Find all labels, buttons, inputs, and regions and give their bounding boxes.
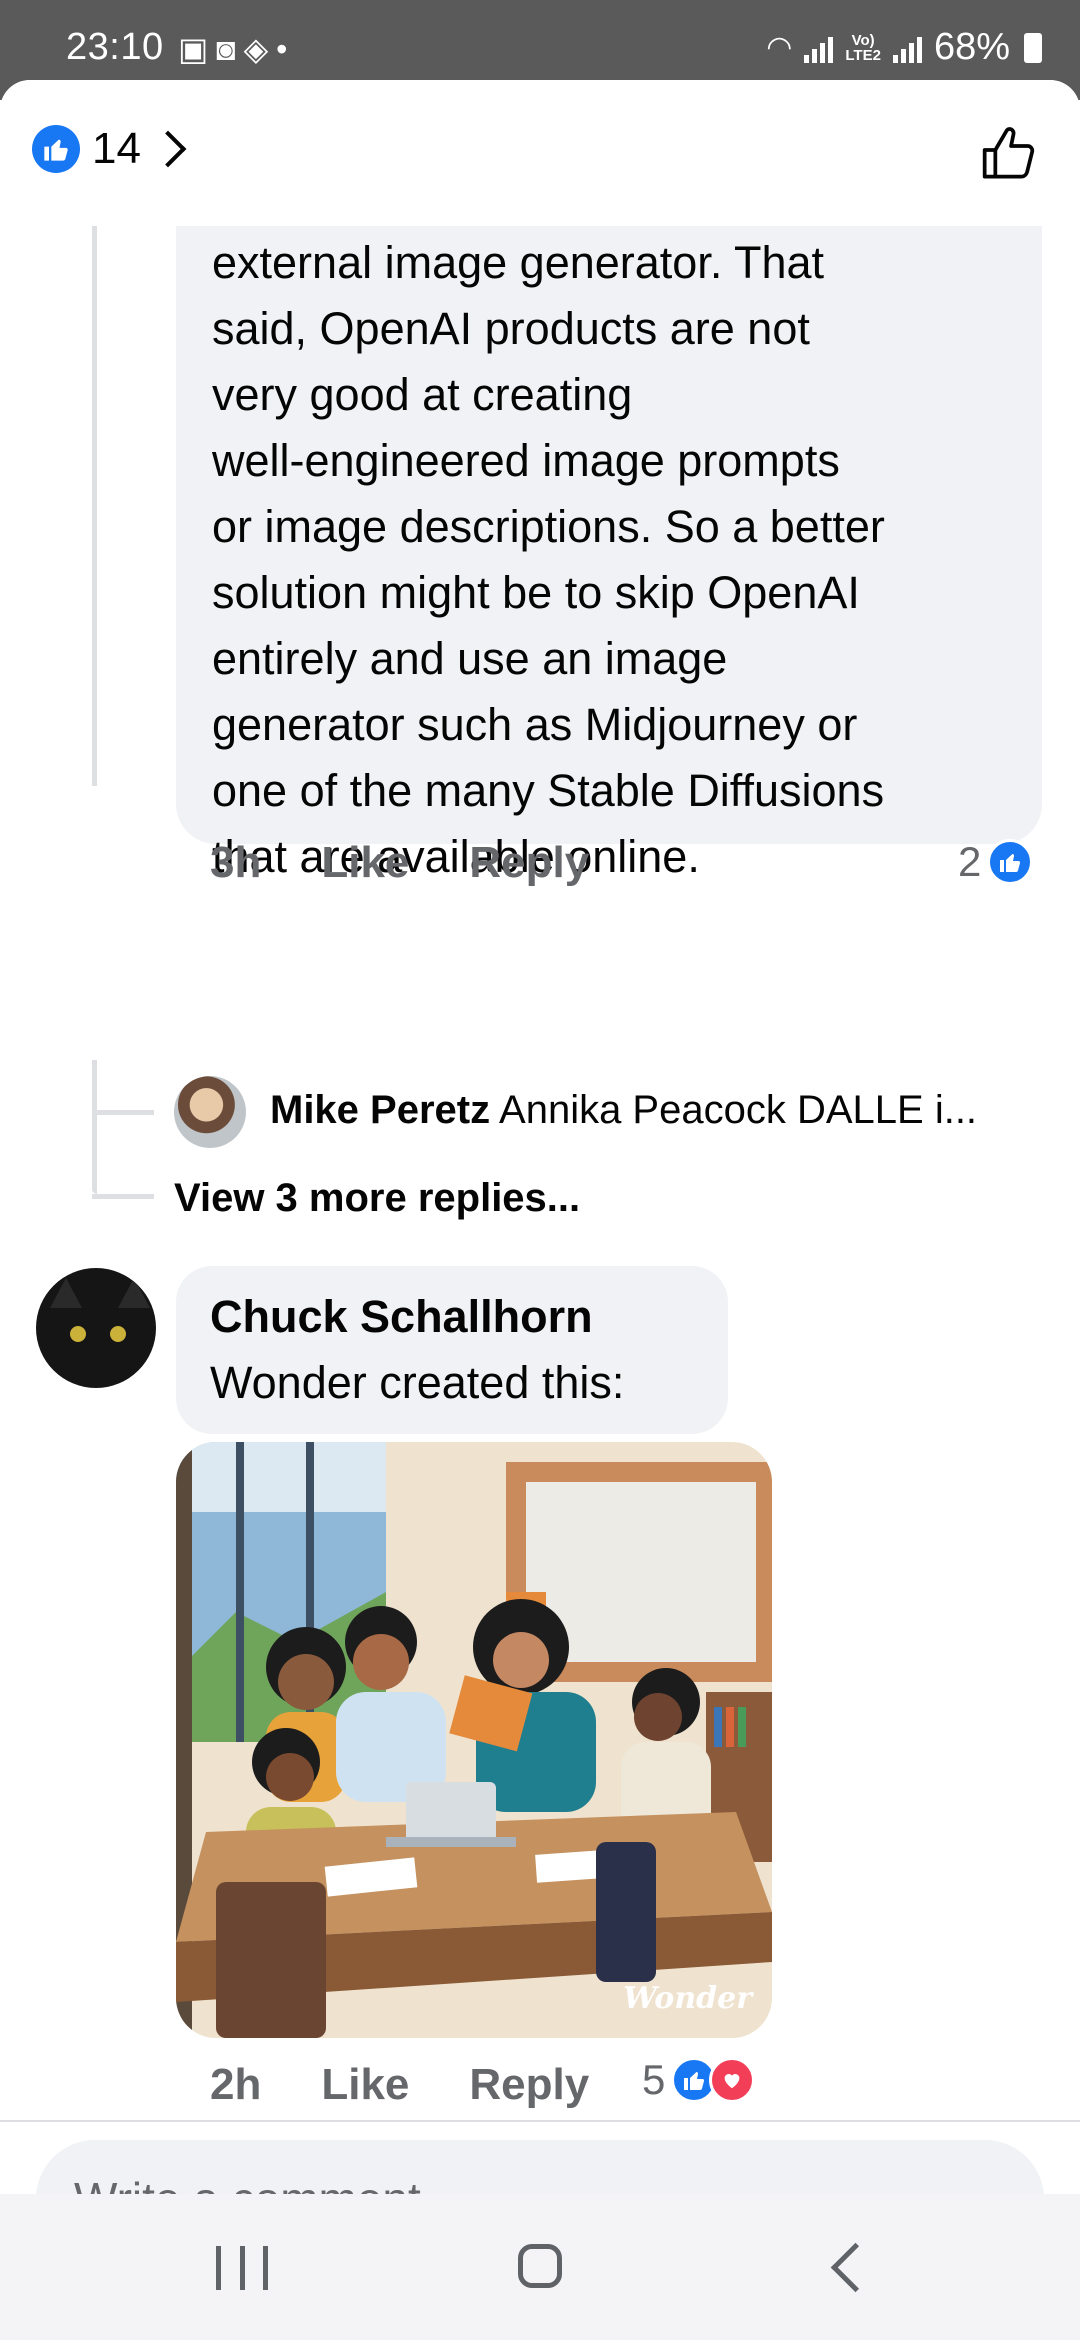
reply-link[interactable]: Reply bbox=[469, 838, 589, 888]
comment-reactions[interactable]: 5 bbox=[642, 2056, 756, 2104]
comment-bubble[interactable]: external image generator. That said, Open… bbox=[176, 186, 1042, 882]
status-right: ◠ Vo) LTE2 68% bbox=[766, 26, 1042, 69]
notification-icons: ▣◙◈• bbox=[178, 30, 295, 68]
comment-reactions[interactable]: 2 bbox=[958, 838, 1034, 886]
status-time: 23:10 bbox=[66, 26, 164, 68]
dropbox-icon: ◈ bbox=[243, 31, 277, 67]
comment-time: 2h bbox=[210, 2060, 262, 2109]
home-icon[interactable] bbox=[518, 2244, 562, 2288]
comment-text-line: very good at creating bbox=[212, 369, 633, 420]
like-link[interactable]: Like bbox=[321, 838, 409, 888]
reaction-count: 5 bbox=[642, 2056, 666, 2103]
signal-icon bbox=[804, 33, 834, 63]
like-reaction-icon bbox=[987, 839, 1034, 885]
reply-author: Mike Peretz bbox=[270, 1088, 491, 1132]
reaction-count: 2 bbox=[958, 838, 982, 885]
comment-text-line: well-engineered image prompts bbox=[212, 435, 840, 486]
comment-text: external image generator. That said, Open… bbox=[212, 230, 885, 890]
wifi-icon: ◠ bbox=[766, 31, 793, 64]
cat-eye bbox=[70, 1326, 86, 1342]
avatar-mike-peretz[interactable] bbox=[174, 1076, 246, 1148]
reactions-summary[interactable]: 14 bbox=[32, 124, 187, 174]
comment-input-placeholder: Write a comment... bbox=[74, 2172, 459, 2194]
comment-text-line: external image generator. That bbox=[212, 237, 825, 288]
thread-line bbox=[92, 226, 97, 786]
battery-percent: 68% bbox=[933, 26, 1010, 68]
like-link[interactable]: Like bbox=[321, 2060, 409, 2110]
reply-connector bbox=[92, 1060, 97, 1194]
comment-text-line: generator such as Midjourney or bbox=[212, 699, 858, 750]
battery-icon bbox=[1024, 32, 1042, 63]
camera-icon: ◙ bbox=[216, 31, 244, 67]
dot-icon: • bbox=[276, 31, 296, 67]
reply-preview[interactable]: Mike Peretz Annika Peacock DALLE i... bbox=[270, 1088, 977, 1133]
comment-text-line: one of the many Stable Diffusions bbox=[212, 765, 885, 816]
cat-eye bbox=[110, 1326, 126, 1342]
comment-text-line: said, OpenAI products are not bbox=[212, 303, 810, 354]
view-more-replies-link[interactable]: View 3 more replies... bbox=[174, 1176, 580, 1221]
comment-text: Wonder created this: bbox=[210, 1357, 625, 1408]
reply-link[interactable]: Reply bbox=[469, 2060, 589, 2110]
system-nav-bar bbox=[0, 2194, 1080, 2340]
comment-actions-1: 3h Like Reply bbox=[210, 838, 589, 888]
reply-snippet: Annika Peacock DALLE i... bbox=[499, 1088, 978, 1132]
comment-actions-2: 2h Like Reply bbox=[210, 2060, 589, 2110]
comment-input[interactable]: Write a comment... bbox=[36, 2140, 1044, 2194]
comment-text-line: entirely and use an image bbox=[212, 633, 728, 684]
composer-divider bbox=[0, 2120, 1080, 2122]
image-watermark: Wonder bbox=[623, 1981, 752, 2016]
like-button-icon[interactable] bbox=[978, 122, 1042, 186]
reply-connector bbox=[92, 1194, 154, 1199]
comment-time: 3h bbox=[210, 838, 262, 887]
gallery-icon: ▣ bbox=[178, 31, 217, 67]
comment-text-line: solution might be to skip OpenAI bbox=[212, 567, 860, 618]
like-reaction-icon bbox=[32, 125, 80, 173]
comment-text-line: or image descriptions. So a better bbox=[212, 501, 885, 552]
sheet-header: 14 bbox=[0, 80, 1080, 226]
avatar-chuck-schallhorn[interactable] bbox=[36, 1268, 156, 1388]
attached-image[interactable]: Wonder bbox=[176, 1442, 772, 2038]
reaction-count: 14 bbox=[92, 124, 141, 173]
cat-ear bbox=[118, 1278, 150, 1308]
lte-icon: Vo) LTE2 bbox=[845, 31, 881, 64]
signal-icon-2 bbox=[892, 33, 922, 63]
comments-sheet: 14 external image generator. That said, O… bbox=[0, 80, 1080, 2194]
cat-ear bbox=[50, 1278, 82, 1308]
love-reaction-icon bbox=[709, 2057, 756, 2103]
classroom-illustration bbox=[176, 1442, 772, 2038]
recent-apps-icon[interactable] bbox=[216, 2246, 268, 2290]
reply-connector bbox=[92, 1110, 154, 1115]
comment-author[interactable]: Chuck Schallhorn bbox=[210, 1284, 593, 1350]
chevron-right-icon bbox=[149, 130, 187, 168]
back-icon[interactable] bbox=[830, 2242, 881, 2293]
comment-bubble[interactable]: Chuck Schallhorn Wonder created this: bbox=[176, 1266, 728, 1434]
